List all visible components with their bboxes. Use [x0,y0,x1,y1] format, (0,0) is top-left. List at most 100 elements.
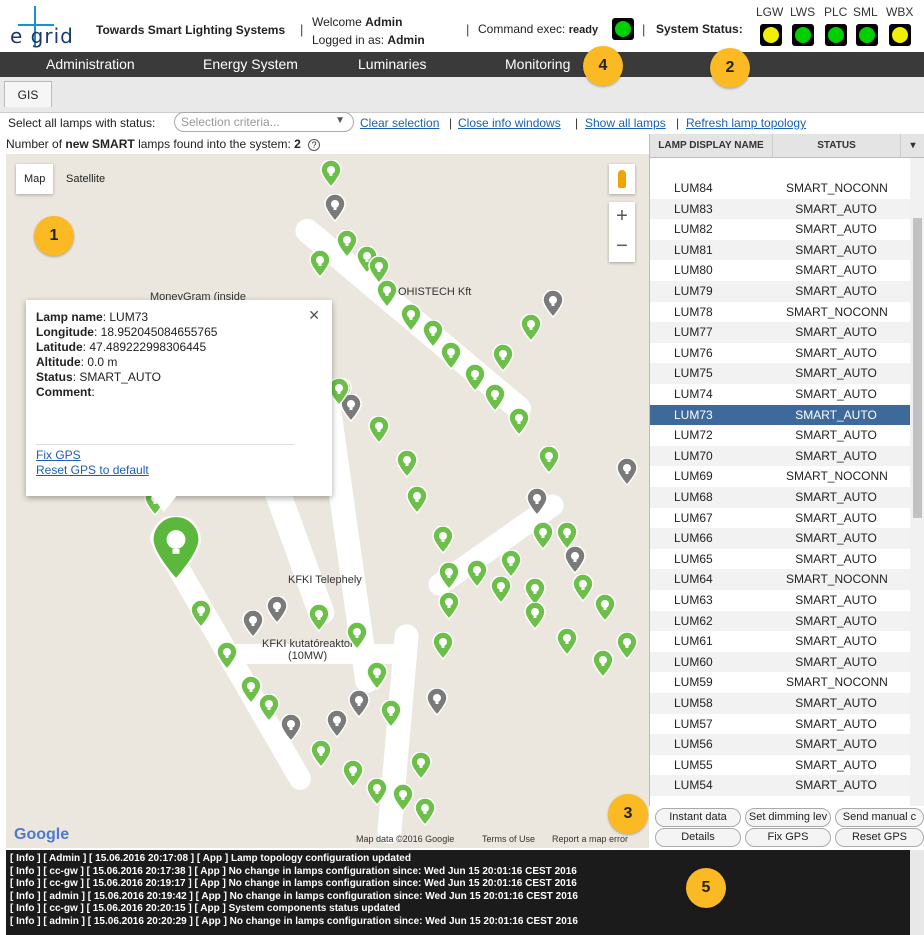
clear-selection-link[interactable]: Clear selection [360,116,439,130]
table-row[interactable]: LUM65 SMART_AUTO [650,549,910,570]
lamp-marker-icon[interactable] [376,279,398,309]
lamp-marker-icon[interactable] [190,599,212,629]
lamp-marker-icon[interactable] [392,783,414,813]
table-row[interactable]: LUM54 SMART_AUTO [650,775,910,796]
zoom-in-button[interactable]: + [609,202,635,232]
lamp-marker-icon[interactable] [538,445,560,475]
close-icon[interactable]: ✕ [308,308,320,323]
map-report-error-link[interactable]: Report a map error [552,834,628,844]
iw-fix-gps-link[interactable]: Fix GPS [36,448,81,463]
send-manual-button[interactable]: Send manual c [835,808,924,827]
gis-map[interactable]: Map Satellite + − MoneyGram (inside OHIS… [6,154,649,848]
selected-lamp-marker-icon[interactable] [150,514,202,582]
lamp-marker-icon[interactable] [342,759,364,789]
lamp-marker-icon[interactable] [438,591,460,621]
table-row[interactable]: LUM75 SMART_AUTO [650,363,910,384]
lamp-marker-icon[interactable] [368,415,390,445]
lamp-marker-icon[interactable] [616,457,638,487]
details-button[interactable]: Details [655,828,741,847]
table-row[interactable]: LUM78 SMART_NOCONN [650,302,910,323]
table-row[interactable]: LUM58 SMART_AUTO [650,693,910,714]
lamp-marker-icon[interactable] [440,341,462,371]
show-all-lamps-link[interactable]: Show all lamps [585,116,666,130]
table-row[interactable]: LUM82 SMART_AUTO [650,219,910,240]
table-row[interactable]: LUM57 SMART_AUTO [650,714,910,735]
lamp-marker-icon[interactable] [242,609,264,639]
lamp-marker-icon[interactable] [324,193,346,223]
table-row[interactable]: LUM56 SMART_AUTO [650,734,910,755]
column-menu-icon[interactable]: ▾ [900,134,924,158]
lamp-marker-icon[interactable] [500,549,522,579]
lamp-marker-icon[interactable] [508,407,530,437]
table-row[interactable]: LUM69 SMART_NOCONN [650,466,910,487]
lamp-marker-icon[interactable] [308,603,330,633]
lamp-marker-icon[interactable] [310,739,332,769]
lamp-marker-icon[interactable] [464,363,486,393]
lamp-marker-icon[interactable] [380,699,402,729]
lamp-marker-icon[interactable] [336,229,358,259]
table-row[interactable]: LUM70 SMART_AUTO [650,445,910,467]
nav-monitoring[interactable]: Monitoring [505,56,570,72]
nav-administration[interactable]: Administration [46,56,135,72]
lamp-marker-icon[interactable] [594,593,616,623]
lamp-marker-icon[interactable] [542,289,564,319]
table-row[interactable]: LUM79 SMART_AUTO [650,281,910,302]
lamp-marker-icon[interactable] [572,573,594,603]
map-type-map-tab[interactable]: Map [16,164,54,194]
zoom-out-button[interactable]: − [609,232,635,262]
lamp-marker-icon[interactable] [526,487,548,517]
table-row[interactable]: LUM55 SMART_AUTO [650,755,910,776]
tab-gis[interactable]: GIS [4,81,52,107]
status-select[interactable]: Selection criteria... ▼ [174,112,354,132]
table-row[interactable]: LUM76 SMART_AUTO [650,343,910,364]
lamp-marker-icon[interactable] [532,521,554,551]
table-row[interactable]: LUM72 SMART_AUTO [650,425,910,446]
table-row[interactable]: LUM64 SMART_NOCONN [650,569,910,590]
table-row[interactable]: LUM73 SMART_AUTO [650,404,910,426]
table-row[interactable]: LUM83 SMART_AUTO [650,198,910,220]
nav-luminaries[interactable]: Luminaries [358,56,426,72]
instant-data-button[interactable]: Instant data [655,808,741,827]
lamp-marker-icon[interactable] [492,343,514,373]
set-dimming-button[interactable]: Set dimming lev [745,808,831,827]
refresh-lamp-topology-link[interactable]: Refresh lamp topology [686,116,806,130]
table-row[interactable]: LUM81 SMART_AUTO [650,239,910,261]
col-header-lamp-name[interactable]: LAMP DISPLAY NAME [650,134,772,158]
lamp-marker-icon[interactable] [216,641,238,671]
nav-energy-system[interactable]: Energy System [203,56,298,72]
help-icon[interactable]: ? [308,139,321,151]
lamp-marker-icon[interactable] [400,303,422,333]
map-terms-link[interactable]: Terms of Use [482,834,535,844]
iw-reset-gps-link[interactable]: Reset GPS to default [36,463,149,478]
table-row[interactable]: LUM62 SMART_AUTO [650,610,910,632]
event-log[interactable]: [ Info ] [ Admin ] [ 15.06.2016 20:17:08… [6,850,924,935]
lamp-marker-icon[interactable] [366,777,388,807]
lamp-marker-icon[interactable] [616,631,638,661]
table-row[interactable]: LUM77 SMART_AUTO [650,322,910,343]
lamp-marker-icon[interactable] [432,631,454,661]
lamp-marker-icon[interactable] [406,485,428,515]
table-row[interactable]: LUM61 SMART_AUTO [650,631,910,652]
lamp-marker-icon[interactable] [320,159,342,189]
lamp-marker-icon[interactable] [432,525,454,555]
lamp-marker-icon[interactable] [396,449,418,479]
lamp-marker-icon[interactable] [524,601,546,631]
table-row[interactable]: LUM74 SMART_AUTO [650,384,910,405]
lamp-marker-icon[interactable] [266,595,288,625]
table-row[interactable]: LUM67 SMART_AUTO [650,508,910,529]
lamp-marker-icon[interactable] [484,383,506,413]
lamp-marker-icon[interactable] [426,687,448,717]
lamp-marker-icon[interactable] [520,313,542,343]
col-header-status[interactable]: STATUS [772,134,900,158]
table-row[interactable]: LUM84 SMART_NOCONN [650,178,910,199]
lamp-marker-icon[interactable] [438,561,460,591]
lamp-marker-icon[interactable] [466,559,488,589]
table-row[interactable]: LUM80 SMART_AUTO [650,260,910,281]
close-info-windows-link[interactable]: Close info windows [458,116,561,130]
log-scrollbar[interactable] [910,850,924,935]
table-row[interactable]: LUM60 SMART_AUTO [650,651,910,673]
lamp-marker-icon[interactable] [592,649,614,679]
lamp-marker-icon[interactable] [366,661,388,691]
table-row[interactable]: LUM63 SMART_AUTO [650,590,910,611]
table-row[interactable]: LUM68 SMART_AUTO [650,487,910,508]
